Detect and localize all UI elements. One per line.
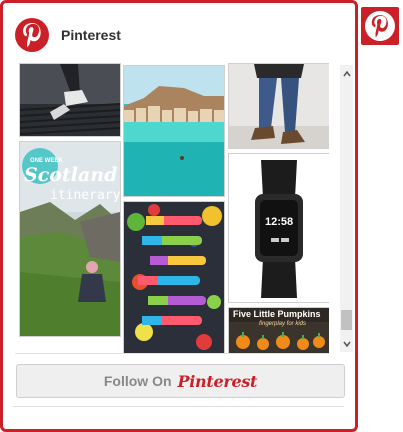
pin-shoes-on-grate[interactable] bbox=[19, 63, 121, 137]
divider bbox=[13, 406, 344, 407]
pin-fitness-tracker[interactable]: 12:58 bbox=[228, 153, 329, 303]
scroll-thumb[interactable] bbox=[341, 310, 352, 330]
pin-grid-scrollbar[interactable] bbox=[340, 65, 353, 352]
pinterest-corner-logo-icon[interactable] bbox=[361, 7, 399, 45]
pin-subtitle: itinerary bbox=[50, 188, 121, 203]
pin-title: Scotland bbox=[24, 164, 118, 186]
pinterest-logo-icon[interactable] bbox=[15, 18, 49, 52]
pin-jeans-boots[interactable] bbox=[228, 63, 329, 149]
widget-header: Pinterest bbox=[15, 17, 121, 53]
pin-coastal-town[interactable] bbox=[123, 65, 225, 197]
scroll-up-arrow-icon[interactable] bbox=[340, 67, 353, 80]
pin-scotland-itinerary[interactable]: ONE WEEK Scotland itinerary bbox=[19, 141, 121, 337]
follow-label: Follow On bbox=[103, 373, 172, 389]
pinterest-wordmark: Pinterest bbox=[177, 371, 258, 391]
widget-title[interactable]: Pinterest bbox=[61, 27, 121, 43]
pin-grid: ONE WEEK Scotland itinerary 12:58 Five L… bbox=[15, 63, 329, 354]
scroll-down-arrow-icon[interactable] bbox=[340, 337, 353, 350]
pin-title: Five Little Pumpkins bbox=[233, 309, 321, 319]
watch-time: 12:58 bbox=[265, 216, 294, 228]
pin-subtitle: fingerplay for kids bbox=[259, 321, 307, 327]
pin-fruit-popsicles[interactable] bbox=[123, 201, 225, 353]
pinterest-widget: Pinterest ONE WEEK Scotland itinerary 12… bbox=[0, 0, 358, 432]
follow-on-pinterest-button[interactable]: Follow On Pinterest bbox=[16, 364, 345, 398]
pin-pumpkins[interactable]: Five Little Pumpkins fingerplay for kids bbox=[228, 307, 329, 353]
